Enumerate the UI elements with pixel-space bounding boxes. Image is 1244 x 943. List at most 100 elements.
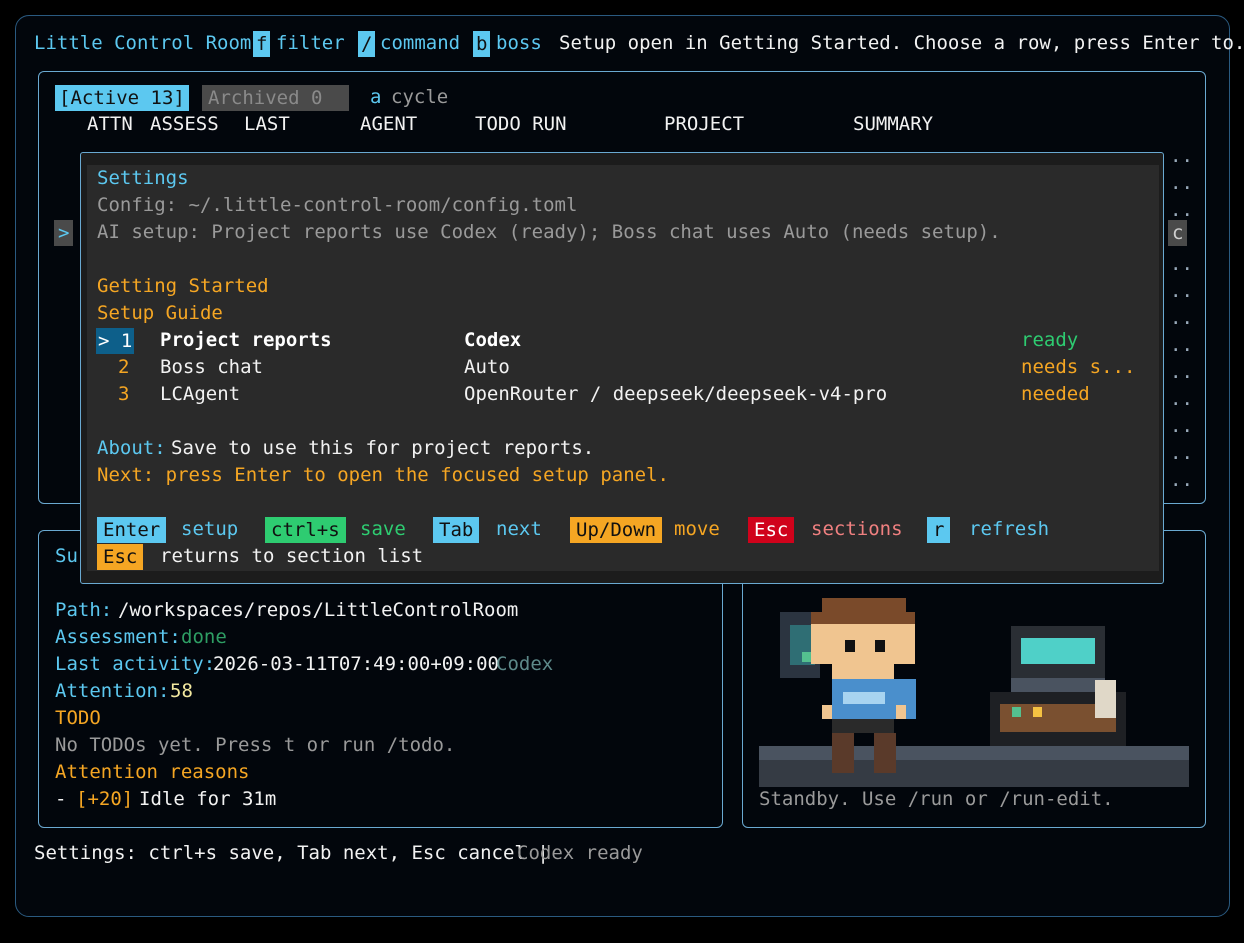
desk-surface [759, 746, 1189, 760]
reasons-heading: Attention reasons [55, 761, 250, 783]
row-overflow: .. [1170, 145, 1193, 167]
col-attn[interactable]: ATTN [87, 111, 133, 138]
status-message: Setup open in Getting Started. Choose a … [559, 32, 1244, 54]
filter-key[interactable]: f [253, 31, 271, 57]
row-overflow: .. [1170, 253, 1193, 275]
assessment-value: done [181, 626, 227, 648]
face [811, 624, 915, 664]
esc-key[interactable]: Esc [748, 517, 795, 543]
row-overflow: .. [1170, 442, 1193, 464]
setup-row-provider: Codex [464, 329, 522, 351]
setup-row-status: needs s... [1021, 356, 1136, 378]
setup-row-name: Project reports [160, 329, 332, 351]
save-hint: save [360, 518, 406, 540]
path-label: Path: [55, 599, 113, 621]
row-overflow: .. [1170, 307, 1193, 329]
about-label: About: [97, 437, 166, 459]
attention-label: Attention: [55, 680, 170, 702]
setup-row-provider: Auto [464, 356, 510, 378]
agent-status: Standby. Use /run or /run-edit. [759, 788, 1114, 810]
command-label[interactable]: command [380, 30, 460, 57]
section-title: Getting Started [97, 275, 269, 297]
tab-active[interactable]: [Active 13] [55, 85, 189, 111]
refresh-hint: refresh [969, 518, 1050, 540]
path-value: /workspaces/repos/LittleControlRoom [118, 599, 519, 621]
tab-archived[interactable]: Archived 0 [202, 85, 349, 111]
updown-hint: move [674, 518, 720, 540]
settings-config: Config: ~/.little-control-room/config.to… [97, 194, 578, 216]
reason-text: Idle for 31m [139, 788, 277, 810]
cycle-key[interactable]: a [370, 84, 381, 111]
computer-screen [1021, 638, 1095, 664]
footer-hint: Settings: ctrl+s save, Tab next, Esc can… [34, 842, 549, 864]
led-green [1012, 707, 1021, 717]
row-overflow: .. [1170, 415, 1193, 437]
esc-hint: sections [811, 518, 903, 540]
summary-fragment: Su [55, 545, 78, 567]
hair-side [811, 612, 915, 624]
leg-left [832, 733, 854, 773]
row-overflow: .. [1170, 361, 1193, 383]
eye-left [845, 640, 855, 652]
enter-key[interactable]: Enter [97, 517, 167, 543]
tab-hint: next [496, 518, 542, 540]
last-activity-value: 2026-03-11T07:49:00+09:00 [213, 653, 499, 675]
led-yellow [1033, 707, 1042, 717]
settings-ai-setup: AI setup: Project reports use Codex (rea… [97, 221, 1001, 243]
command-key[interactable]: / [358, 31, 376, 57]
todo-heading: TODO [55, 707, 101, 729]
assessment-label: Assessment: [55, 626, 181, 648]
next-text: Next: press Enter to open the focused se… [97, 464, 669, 486]
last-activity-label: Last activity: [55, 653, 216, 675]
updown-key[interactable]: Up/Down [570, 517, 663, 543]
setup-row-status: needed [1021, 383, 1090, 405]
boss-label[interactable]: boss [496, 30, 542, 57]
reason-score: [+20] [76, 788, 134, 810]
setup-row-provider: OpenRouter / deepseek/deepseek-v4-pro [464, 383, 888, 405]
save-key[interactable]: ctrl+s [265, 517, 346, 543]
shirt-stripe [843, 692, 885, 704]
app-title: Little Control Room [34, 32, 252, 54]
row-overflow: .. [1170, 199, 1193, 221]
footer-status: Codex ready [517, 842, 643, 864]
esc-return-hint: returns to section list [160, 545, 424, 567]
chin [832, 664, 894, 679]
settings-title: Settings [97, 167, 189, 189]
col-agent[interactable]: AGENT [360, 111, 417, 138]
setup-guide-title: Setup Guide [97, 302, 223, 324]
boss-key[interactable]: b [473, 31, 491, 57]
belt [832, 719, 894, 733]
col-todo-run[interactable]: TODO RUN [475, 111, 567, 138]
hand-right [896, 705, 906, 719]
reason-dash: - [55, 788, 67, 810]
last-activity-agent: Codex [496, 653, 554, 675]
setup-row-num: 2 [118, 356, 130, 378]
eye-right [875, 640, 885, 652]
col-project[interactable]: PROJECT [664, 111, 744, 138]
setup-row-name: LCAgent [160, 383, 241, 405]
row-overflow: .. [1170, 280, 1193, 302]
filter-label[interactable]: filter [276, 30, 345, 57]
col-summary[interactable]: SUMMARY [853, 111, 933, 138]
setup-row-num: > 1 [96, 328, 135, 354]
row-cursor: > [54, 220, 74, 246]
col-assess[interactable]: ASSESS [150, 111, 219, 138]
tab-key[interactable]: Tab [433, 517, 480, 543]
computer-stand [1011, 678, 1105, 692]
cycle-label: cycle [391, 86, 449, 108]
row-overflow: .. [1170, 388, 1193, 410]
enter-hint: setup [181, 518, 239, 540]
hand-left [822, 705, 832, 719]
setup-row-name: Boss chat [160, 356, 263, 378]
row-overflow: .. [1170, 334, 1193, 356]
refresh-key[interactable]: r [927, 517, 951, 543]
paper-icon [1095, 680, 1116, 718]
col-last[interactable]: LAST [244, 111, 290, 138]
desk-front [759, 760, 1189, 787]
leg-right [874, 733, 896, 773]
row-overflow: .. [1170, 172, 1193, 194]
setup-row-num: 3 [118, 383, 130, 405]
todo-text: No TODOs yet. Press t or run /todo. [55, 734, 456, 756]
row-overflow: .. [1170, 469, 1193, 491]
esc-return-key[interactable]: Esc [97, 544, 144, 570]
